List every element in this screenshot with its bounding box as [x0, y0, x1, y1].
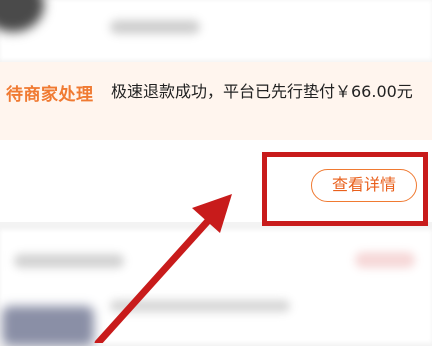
- blurred-status-badge: [355, 252, 415, 268]
- blurred-text: [110, 300, 290, 312]
- refund-status-panel: 待商家处理 极速退款成功，平台已先行垫付￥66.00元: [0, 62, 432, 140]
- product-thumbnail: [2, 306, 94, 346]
- status-label: 待商家处理: [6, 85, 94, 105]
- blurred-shop-name: [14, 254, 124, 268]
- order-card-blurred: [0, 230, 432, 346]
- order-card-top-blurred: [0, 0, 432, 60]
- product-thumbnail: [0, 0, 44, 32]
- annotation-highlight-box: [262, 152, 428, 226]
- refund-status-message: 极速退款成功，平台已先行垫付￥66.00元: [111, 82, 413, 101]
- blurred-text: [110, 20, 200, 34]
